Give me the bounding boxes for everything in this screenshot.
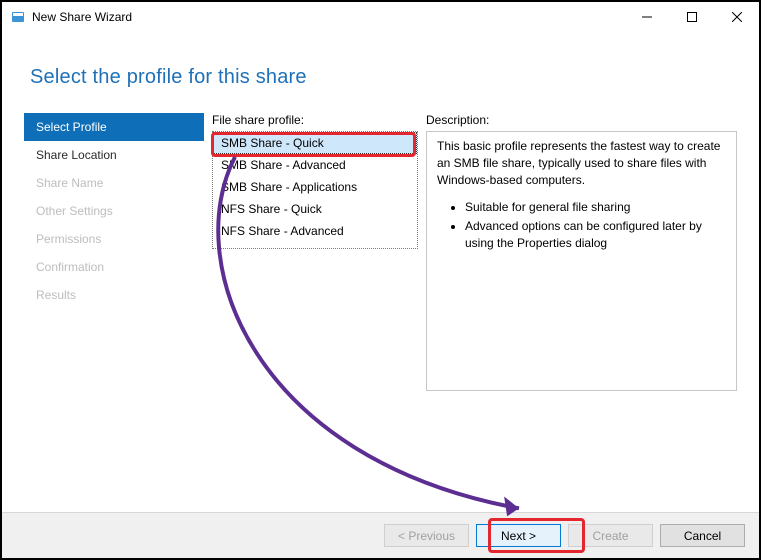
step-other-settings: Other Settings bbox=[24, 197, 204, 225]
close-button[interactable] bbox=[714, 2, 759, 32]
create-button: Create bbox=[568, 524, 653, 547]
description-box: This basic profile represents the fastes… bbox=[426, 131, 737, 391]
description-bullets: Suitable for general file sharing Advanc… bbox=[437, 199, 726, 252]
footer-bar: < Previous Next > Create Cancel bbox=[2, 512, 759, 558]
window-buttons bbox=[624, 2, 759, 32]
app-icon bbox=[10, 9, 26, 25]
window-frame: New Share Wizard Select the profile for … bbox=[0, 0, 761, 560]
description-column: Description: This basic profile represen… bbox=[426, 113, 737, 391]
wizard-steps: Select Profile Share Location Share Name… bbox=[24, 113, 204, 391]
step-results: Results bbox=[24, 281, 204, 309]
profile-column: File share profile: SMB Share - Quick SM… bbox=[212, 113, 418, 391]
main-columns: Select Profile Share Location Share Name… bbox=[2, 113, 759, 391]
list-item[interactable]: SMB Share - Applications bbox=[213, 176, 417, 198]
step-select-profile[interactable]: Select Profile bbox=[24, 113, 204, 141]
step-permissions: Permissions bbox=[24, 225, 204, 253]
profile-listbox[interactable]: SMB Share - Quick SMB Share - Advanced S… bbox=[212, 131, 418, 249]
step-confirmation: Confirmation bbox=[24, 253, 204, 281]
list-item[interactable]: SMB Share - Quick bbox=[213, 132, 417, 154]
list-item[interactable]: NFS Share - Advanced bbox=[213, 220, 417, 242]
step-share-name: Share Name bbox=[24, 169, 204, 197]
step-share-location[interactable]: Share Location bbox=[24, 141, 204, 169]
window-title: New Share Wizard bbox=[32, 10, 624, 24]
content-area: Select the profile for this share Select… bbox=[2, 32, 759, 558]
previous-button: < Previous bbox=[384, 524, 469, 547]
titlebar: New Share Wizard bbox=[2, 2, 759, 32]
description-text: This basic profile represents the fastes… bbox=[437, 138, 726, 189]
maximize-button[interactable] bbox=[669, 2, 714, 32]
profile-list-label: File share profile: bbox=[212, 113, 418, 127]
list-item[interactable]: NFS Share - Quick bbox=[213, 198, 417, 220]
list-item[interactable]: SMB Share - Advanced bbox=[213, 154, 417, 176]
minimize-button[interactable] bbox=[624, 2, 669, 32]
bullet-item: Suitable for general file sharing bbox=[465, 199, 726, 216]
page-heading: Select the profile for this share bbox=[2, 32, 759, 113]
bullet-item: Advanced options can be configured later… bbox=[465, 218, 726, 252]
next-button[interactable]: Next > bbox=[476, 524, 561, 547]
cancel-button[interactable]: Cancel bbox=[660, 524, 745, 547]
description-label: Description: bbox=[426, 113, 737, 127]
